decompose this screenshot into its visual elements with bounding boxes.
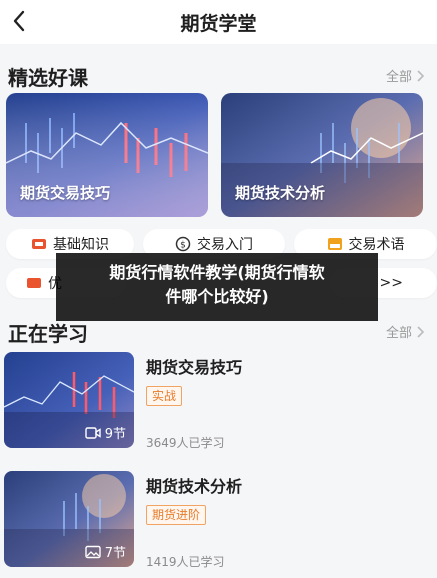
lesson-count: 7节: [85, 542, 126, 561]
overlay-line: 期货行情软件教学(期货行情软: [109, 263, 325, 282]
lesson-count: 9节: [85, 423, 126, 442]
chevron-right-icon: [417, 69, 425, 82]
featured-section-header: 精选好课 全部: [0, 60, 437, 94]
category-label: >>: [379, 275, 403, 291]
course-tag: 实战: [146, 386, 183, 406]
learner-count: 3649人已学习: [146, 436, 225, 450]
chevron-right-icon: [417, 325, 425, 338]
image-icon: [85, 545, 101, 558]
category-label: 交易术语: [348, 237, 405, 253]
lesson-count-text: 9节: [104, 427, 126, 442]
quality-badge-icon: [26, 275, 42, 291]
overlay-line: 件哪个比较好): [165, 287, 269, 306]
course-thumbnail[interactable]: 7节: [4, 471, 134, 567]
see-all-label: 全部: [385, 70, 412, 85]
featured-see-all-link[interactable]: 全部: [386, 66, 425, 85]
article-title-overlay: 期货行情软件教学(期货行情软 件哪个比较好): [56, 253, 378, 321]
learner-count: 1419人已学习: [146, 555, 225, 569]
top-bar: 期货学堂: [0, 0, 437, 44]
featured-section-title: 精选好课: [8, 66, 88, 90]
category-label: 交易入门: [197, 237, 253, 253]
course-title[interactable]: 期货交易技巧: [146, 354, 242, 378]
course-tag: 期货进阶: [146, 505, 207, 525]
course-thumbnail[interactable]: 9节: [4, 352, 134, 448]
course-list-item[interactable]: 9节 期货交易技巧 实战 3649人已学习: [0, 352, 437, 460]
featured-course-card[interactable]: 期货技术分析: [221, 93, 423, 217]
featured-card-label: 期货技术分析: [235, 184, 326, 202]
featured-card-label: 期货交易技巧: [20, 184, 111, 202]
learning-section-title: 正在学习: [8, 322, 88, 346]
featured-course-card[interactable]: 期货交易技巧: [6, 93, 208, 217]
lesson-count-text: 7节: [104, 546, 126, 561]
course-list-item[interactable]: 7节 期货技术分析 期货进阶 1419人已学习: [0, 471, 437, 578]
terms-badge-icon: [327, 236, 343, 252]
learning-section-header: 正在学习 全部: [0, 316, 437, 350]
clock-dollar-icon: $: [175, 236, 191, 252]
see-all-label: 全部: [385, 326, 412, 341]
svg-text:$: $: [180, 241, 186, 251]
basics-badge-icon: [31, 236, 47, 252]
category-label: 基础知识: [53, 237, 109, 253]
page-title: 期货学堂: [180, 13, 257, 35]
course-title[interactable]: 期货技术分析: [146, 473, 242, 497]
video-icon: [85, 426, 101, 439]
learning-see-all-link[interactable]: 全部: [386, 322, 425, 341]
